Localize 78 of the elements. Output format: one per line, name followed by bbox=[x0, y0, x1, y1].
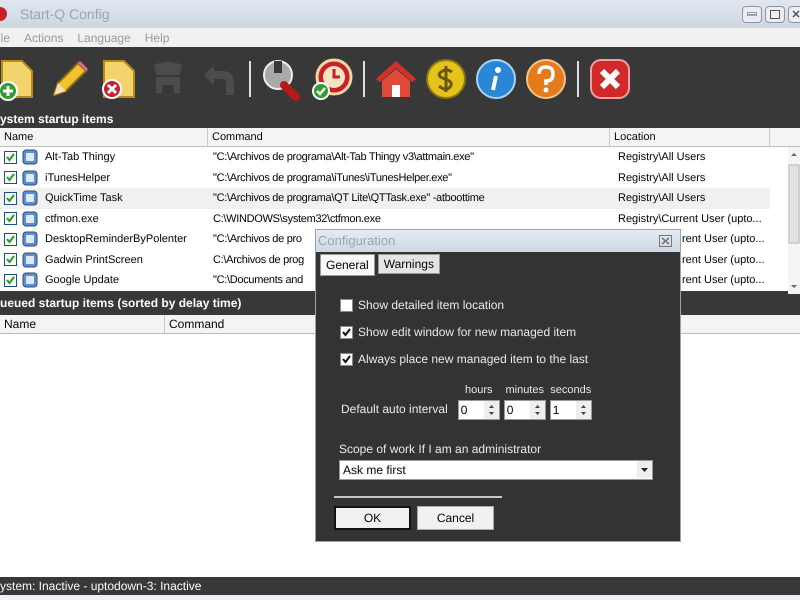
program-icon bbox=[21, 230, 39, 248]
dialog-title: Configuration bbox=[318, 232, 396, 250]
close-button[interactable] bbox=[788, 6, 800, 22]
scope-label: Scope of work If I am an administrator bbox=[338, 440, 542, 458]
program-icon bbox=[21, 250, 39, 269]
table-row[interactable]: QuickTime Task "C:\Archivos de programa\QT Lite\QTTask.exe" -atboottime Registry\All Users bbox=[0, 188, 770, 208]
spinner-label: minutes bbox=[505, 383, 544, 398]
table-cell: "C:\Archivos de pro bbox=[213, 233, 302, 245]
status-text: ystem: Inactive - uptodown-3: Inactive bbox=[0, 578, 202, 595]
table-cell: "C:\Archivos de programa\iTunes\iTunesHelper.exe" bbox=[213, 172, 452, 184]
checkbox[interactable] bbox=[340, 298, 353, 312]
table-cell: "C:\Archivos de programa\QT Lite\QTTask.exe" -atboottime bbox=[213, 192, 484, 204]
program-icon bbox=[21, 168, 39, 187]
checkbox[interactable] bbox=[4, 232, 17, 246]
table-cell-text: Alt-Tab Thingy bbox=[45, 150, 116, 165]
checkbox[interactable] bbox=[340, 352, 353, 366]
exit-icon[interactable] bbox=[588, 56, 632, 100]
interval-label: Default auto interval bbox=[341, 400, 448, 418]
scrollbar[interactable] bbox=[788, 147, 800, 294]
table-cell-text: QuickTime Task bbox=[45, 191, 123, 206]
table-cell: Registry\Current User (upto... bbox=[618, 212, 762, 224]
column-header[interactable]: Name bbox=[0, 128, 208, 146]
maximize-button[interactable] bbox=[765, 6, 785, 22]
table-cell-text: Gadwin PrintScreen bbox=[45, 252, 143, 268]
minimize-button[interactable] bbox=[742, 6, 762, 22]
checkbox[interactable] bbox=[4, 253, 17, 266]
dollar-icon[interactable] bbox=[424, 56, 468, 100]
close-icon[interactable] bbox=[659, 235, 672, 247]
tab[interactable]: General bbox=[320, 254, 375, 276]
table-cell: "C:\Archivos de programa\Alt-Tab Thingy v3\attmain.exe" bbox=[213, 151, 474, 163]
table-cell: rent User (upto... bbox=[682, 274, 765, 286]
table-cell: "C:\Documents and bbox=[213, 274, 303, 286]
table-cell-text: DesktopReminderByPolenter bbox=[45, 232, 187, 247]
option-label: Show detailed item location bbox=[358, 297, 504, 314]
column-header[interactable]: Command bbox=[208, 128, 610, 146]
spinner-label: seconds bbox=[550, 383, 592, 398]
table-cell: rent User (upto... bbox=[682, 233, 765, 245]
program-icon bbox=[21, 189, 39, 208]
table-cell-text: Google Update bbox=[45, 273, 119, 288]
app-icon bbox=[0, 6, 8, 22]
help-icon[interactable] bbox=[524, 56, 568, 100]
window-title: Start-Q Config bbox=[20, 4, 110, 24]
number-spinner[interactable]: 0 bbox=[504, 400, 546, 420]
info-icon[interactable] bbox=[474, 56, 518, 100]
table-cell: C:\Archivos de prog bbox=[213, 254, 304, 266]
program-icon bbox=[21, 210, 39, 228]
checkbox[interactable] bbox=[4, 150, 17, 164]
checkbox[interactable] bbox=[4, 171, 17, 184]
table-cell: Registry\All Users bbox=[618, 151, 706, 163]
program-icon bbox=[21, 271, 39, 290]
number-spinner[interactable]: 0 bbox=[458, 400, 500, 420]
dialog-button[interactable]: Cancel bbox=[417, 506, 494, 530]
table-cell-text: iTunesHelper bbox=[45, 170, 110, 186]
dialog-button[interactable]: OK bbox=[334, 506, 411, 530]
table-cell: Registry\All Users bbox=[618, 192, 706, 204]
checkbox[interactable] bbox=[4, 212, 17, 226]
table-cell: rent User (upto... bbox=[682, 254, 765, 266]
spinner-label: hours bbox=[464, 383, 492, 398]
scope-dropdown[interactable]: Ask me first bbox=[339, 460, 653, 480]
checkbox[interactable] bbox=[4, 274, 17, 287]
number-spinner[interactable]: 1 bbox=[550, 400, 592, 420]
clock-icon[interactable] bbox=[310, 56, 354, 100]
section-title: ystem startup items bbox=[0, 111, 114, 128]
table-cell: Registry\All Users bbox=[618, 172, 706, 184]
section-title: ueued startup items (sorted by delay time) bbox=[0, 294, 242, 312]
option-label: Always place new managed item to the last bbox=[358, 351, 588, 368]
table-cell-text: ctfmon.exe bbox=[45, 212, 99, 226]
minimize-icon bbox=[747, 12, 757, 16]
close-icon bbox=[792, 10, 800, 18]
tab[interactable]: Warnings bbox=[378, 254, 440, 274]
checkbox[interactable] bbox=[4, 192, 17, 205]
program-icon bbox=[21, 148, 39, 166]
table-cell: C:\WINDOWS\system32\ctfmon.exe bbox=[213, 212, 381, 224]
maximize-icon bbox=[770, 10, 780, 18]
checkbox[interactable] bbox=[340, 326, 353, 338]
column-header[interactable]: Location bbox=[610, 128, 770, 146]
column-header[interactable]: Name bbox=[0, 314, 165, 332]
table-row[interactable]: ctfmon.exe C:\WINDOWS\system32\ctfmon.exe Registry\Current User (upto... bbox=[0, 208, 770, 229]
